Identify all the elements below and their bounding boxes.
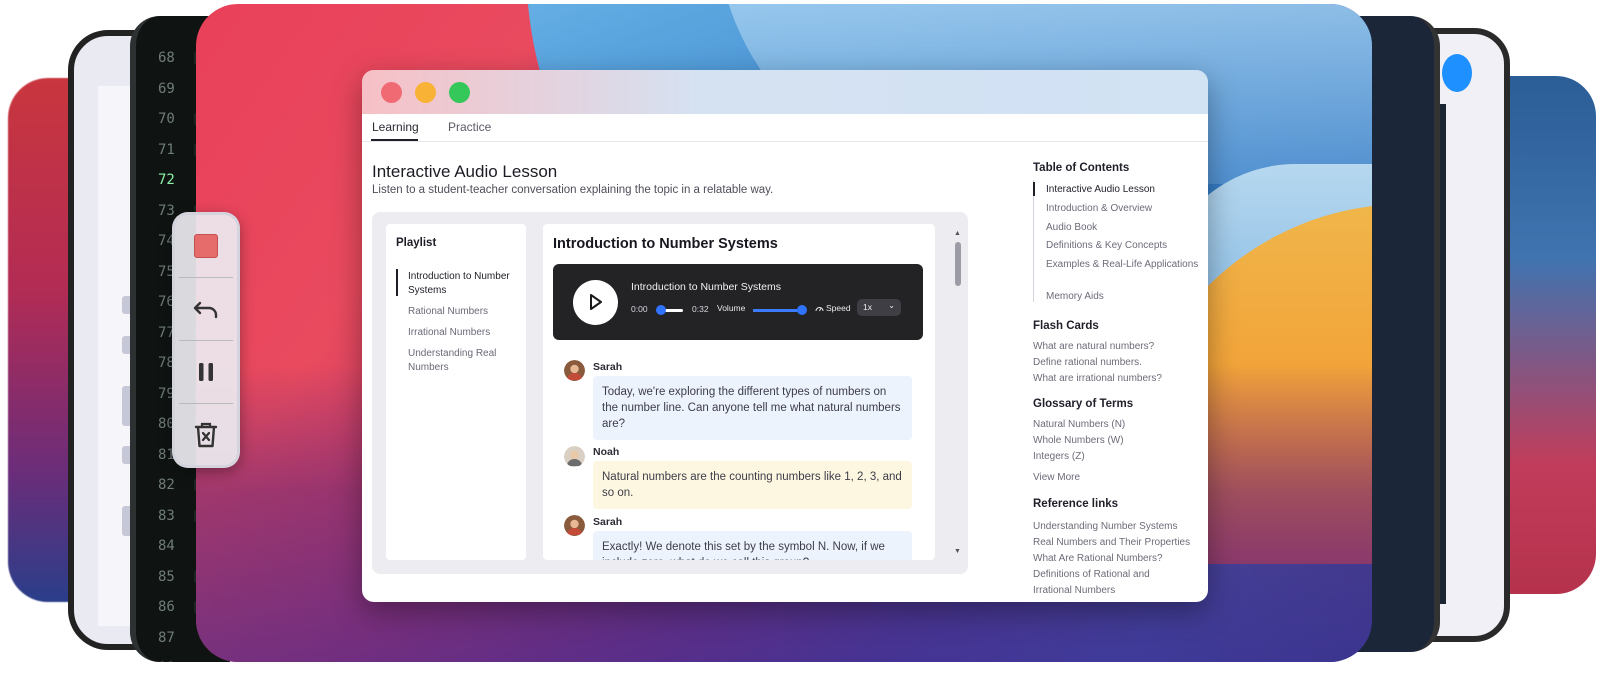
stop-square-icon (194, 234, 218, 258)
scroll-up-arrow-icon[interactable]: ▲ (954, 230, 961, 237)
active-tab-indicator (371, 139, 418, 141)
volume-label: Volume (717, 303, 746, 313)
code-line-number: 69 (158, 80, 175, 97)
page-title: Interactive Audio Lesson (372, 162, 558, 181)
flash-card-link[interactable]: What are irrational numbers? (1033, 371, 1203, 387)
speedometer-icon (815, 307, 824, 312)
duration-time: 0:32 (692, 304, 709, 314)
content-title: Introduction to Number Systems (553, 236, 778, 252)
lesson-content: Introduction to Number Systems Introduct… (543, 224, 935, 560)
toc-rail (1033, 180, 1034, 302)
undo-icon (193, 301, 218, 319)
reference-links-heading: Reference links (1033, 498, 1119, 510)
playlist-item[interactable]: Introduction to Number Systems (408, 270, 518, 297)
code-line-number: 72 (158, 172, 175, 188)
speed-label: Speed (826, 303, 851, 313)
trash-icon (194, 422, 218, 448)
toc-item[interactable]: Introduction & Overview (1046, 202, 1201, 216)
flash-card-link[interactable]: What are natural numbers? (1033, 339, 1203, 355)
playlist-heading: Playlist (396, 237, 437, 249)
playlist-item[interactable]: Understanding Real Numbers (408, 347, 518, 374)
code-line-number: 68 (158, 50, 175, 66)
playlist-item[interactable]: Irrational Numbers (408, 326, 518, 340)
view-more-link[interactable]: View More (1033, 470, 1203, 486)
glossary-term[interactable]: Whole Numbers (W) (1033, 433, 1203, 449)
tab-bar: Learning Practice (362, 114, 1208, 142)
code-line-number: 85 (158, 568, 175, 585)
speed-select[interactable]: 1x ⌄ (857, 299, 901, 316)
play-icon (590, 294, 602, 310)
toc-heading: Table of Contents (1033, 162, 1130, 174)
current-time: 0:00 (631, 304, 648, 314)
scrollbar-thumb[interactable] (955, 242, 961, 286)
toc-item[interactable]: Definitions & Key Concepts (1046, 239, 1201, 253)
flash-cards-heading: Flash Cards (1033, 320, 1099, 332)
speaker-name: Sarah (593, 361, 623, 373)
playlist-item[interactable]: Rational Numbers (408, 305, 518, 319)
lesson-panel: Playlist Introduction to Number Systems … (372, 212, 968, 574)
toc-item[interactable]: Audio Book (1046, 221, 1201, 235)
delete-button[interactable] (175, 404, 237, 466)
undo-button[interactable] (175, 278, 237, 340)
volume-slider-knob[interactable] (797, 305, 807, 315)
background-blue-dot (1442, 54, 1472, 92)
speaker-name: Noah (593, 446, 620, 458)
player-track-title: Introduction to Number Systems (631, 281, 781, 293)
code-line-number: 84 (158, 538, 175, 554)
minimize-window-button[interactable] (415, 82, 436, 103)
code-line-number: 83 (158, 507, 175, 524)
toc-active-indicator (1033, 182, 1035, 196)
code-line-number: 88 (158, 660, 188, 662)
avatar (564, 515, 585, 536)
recording-tool-panel (172, 212, 240, 468)
code-line-number: 82 (158, 477, 175, 493)
reference-link[interactable]: Real Numbers and Their Properties (1033, 535, 1203, 551)
glossary-term[interactable]: Natural Numbers (N) (1033, 417, 1203, 433)
message-bubble: Natural numbers are the counting numbers… (593, 461, 912, 509)
content-scrollbar[interactable]: ▲ ▼ (952, 230, 964, 556)
window-titlebar (362, 70, 1208, 114)
play-button[interactable] (573, 280, 618, 325)
progress-slider-knob[interactable] (656, 305, 666, 315)
chevron-down-icon: ⌄ (888, 301, 895, 310)
close-window-button[interactable] (381, 82, 402, 103)
speed-value: 1x (863, 302, 872, 312)
code-line-number: 71 (158, 141, 175, 158)
flash-card-link[interactable]: Define rational numbers. (1033, 355, 1203, 371)
scroll-down-arrow-icon[interactable]: ▼ (954, 548, 961, 555)
glossary-heading: Glossary of Terms (1033, 398, 1134, 410)
message-bubble: Exactly! We denote this set by the symbo… (593, 531, 912, 560)
active-playlist-indicator (396, 269, 398, 296)
tab-practice[interactable]: Practice (448, 120, 491, 134)
glossary-term[interactable]: Integers (Z) (1033, 449, 1203, 465)
toc-item[interactable]: Memory Aids (1046, 290, 1201, 304)
app-window: Learning Practice Interactive Audio Less… (362, 70, 1208, 602)
reference-link[interactable]: Understanding Number Systems (1033, 519, 1203, 535)
tab-learning[interactable]: Learning (372, 120, 419, 134)
code-line-number: 70 (158, 111, 175, 127)
playlist-panel: Playlist Introduction to Number Systems … (386, 224, 526, 560)
avatar (564, 360, 585, 381)
reference-link[interactable]: Definitions of Rational and Irrational N… (1033, 567, 1173, 599)
audio-player: Introduction to Number Systems 0:00 0:32… (553, 264, 923, 340)
stop-record-button[interactable] (175, 215, 237, 277)
desktop-stage: 68 69 70 71 72 73 74 75 76 77 78 79 80 81 82 83 84 85 86 87… (0, 0, 1600, 680)
code-line-number: 86 (158, 599, 175, 615)
page-subtitle: Listen to a student-teacher conversation… (372, 184, 774, 196)
pause-icon (199, 363, 213, 381)
toc-item[interactable]: Interactive Audio Lesson (1046, 183, 1201, 197)
reference-link[interactable]: What Are Rational Numbers? (1033, 551, 1203, 567)
code-line-number: 87 (158, 629, 175, 646)
zoom-window-button[interactable] (449, 82, 470, 103)
toc-item[interactable]: Examples & Real-Life Applications (1046, 258, 1201, 272)
pause-button[interactable] (175, 341, 237, 403)
message-bubble: Today, we're exploring the different typ… (593, 376, 912, 440)
speaker-name: Sarah (593, 516, 623, 528)
avatar (564, 446, 585, 467)
